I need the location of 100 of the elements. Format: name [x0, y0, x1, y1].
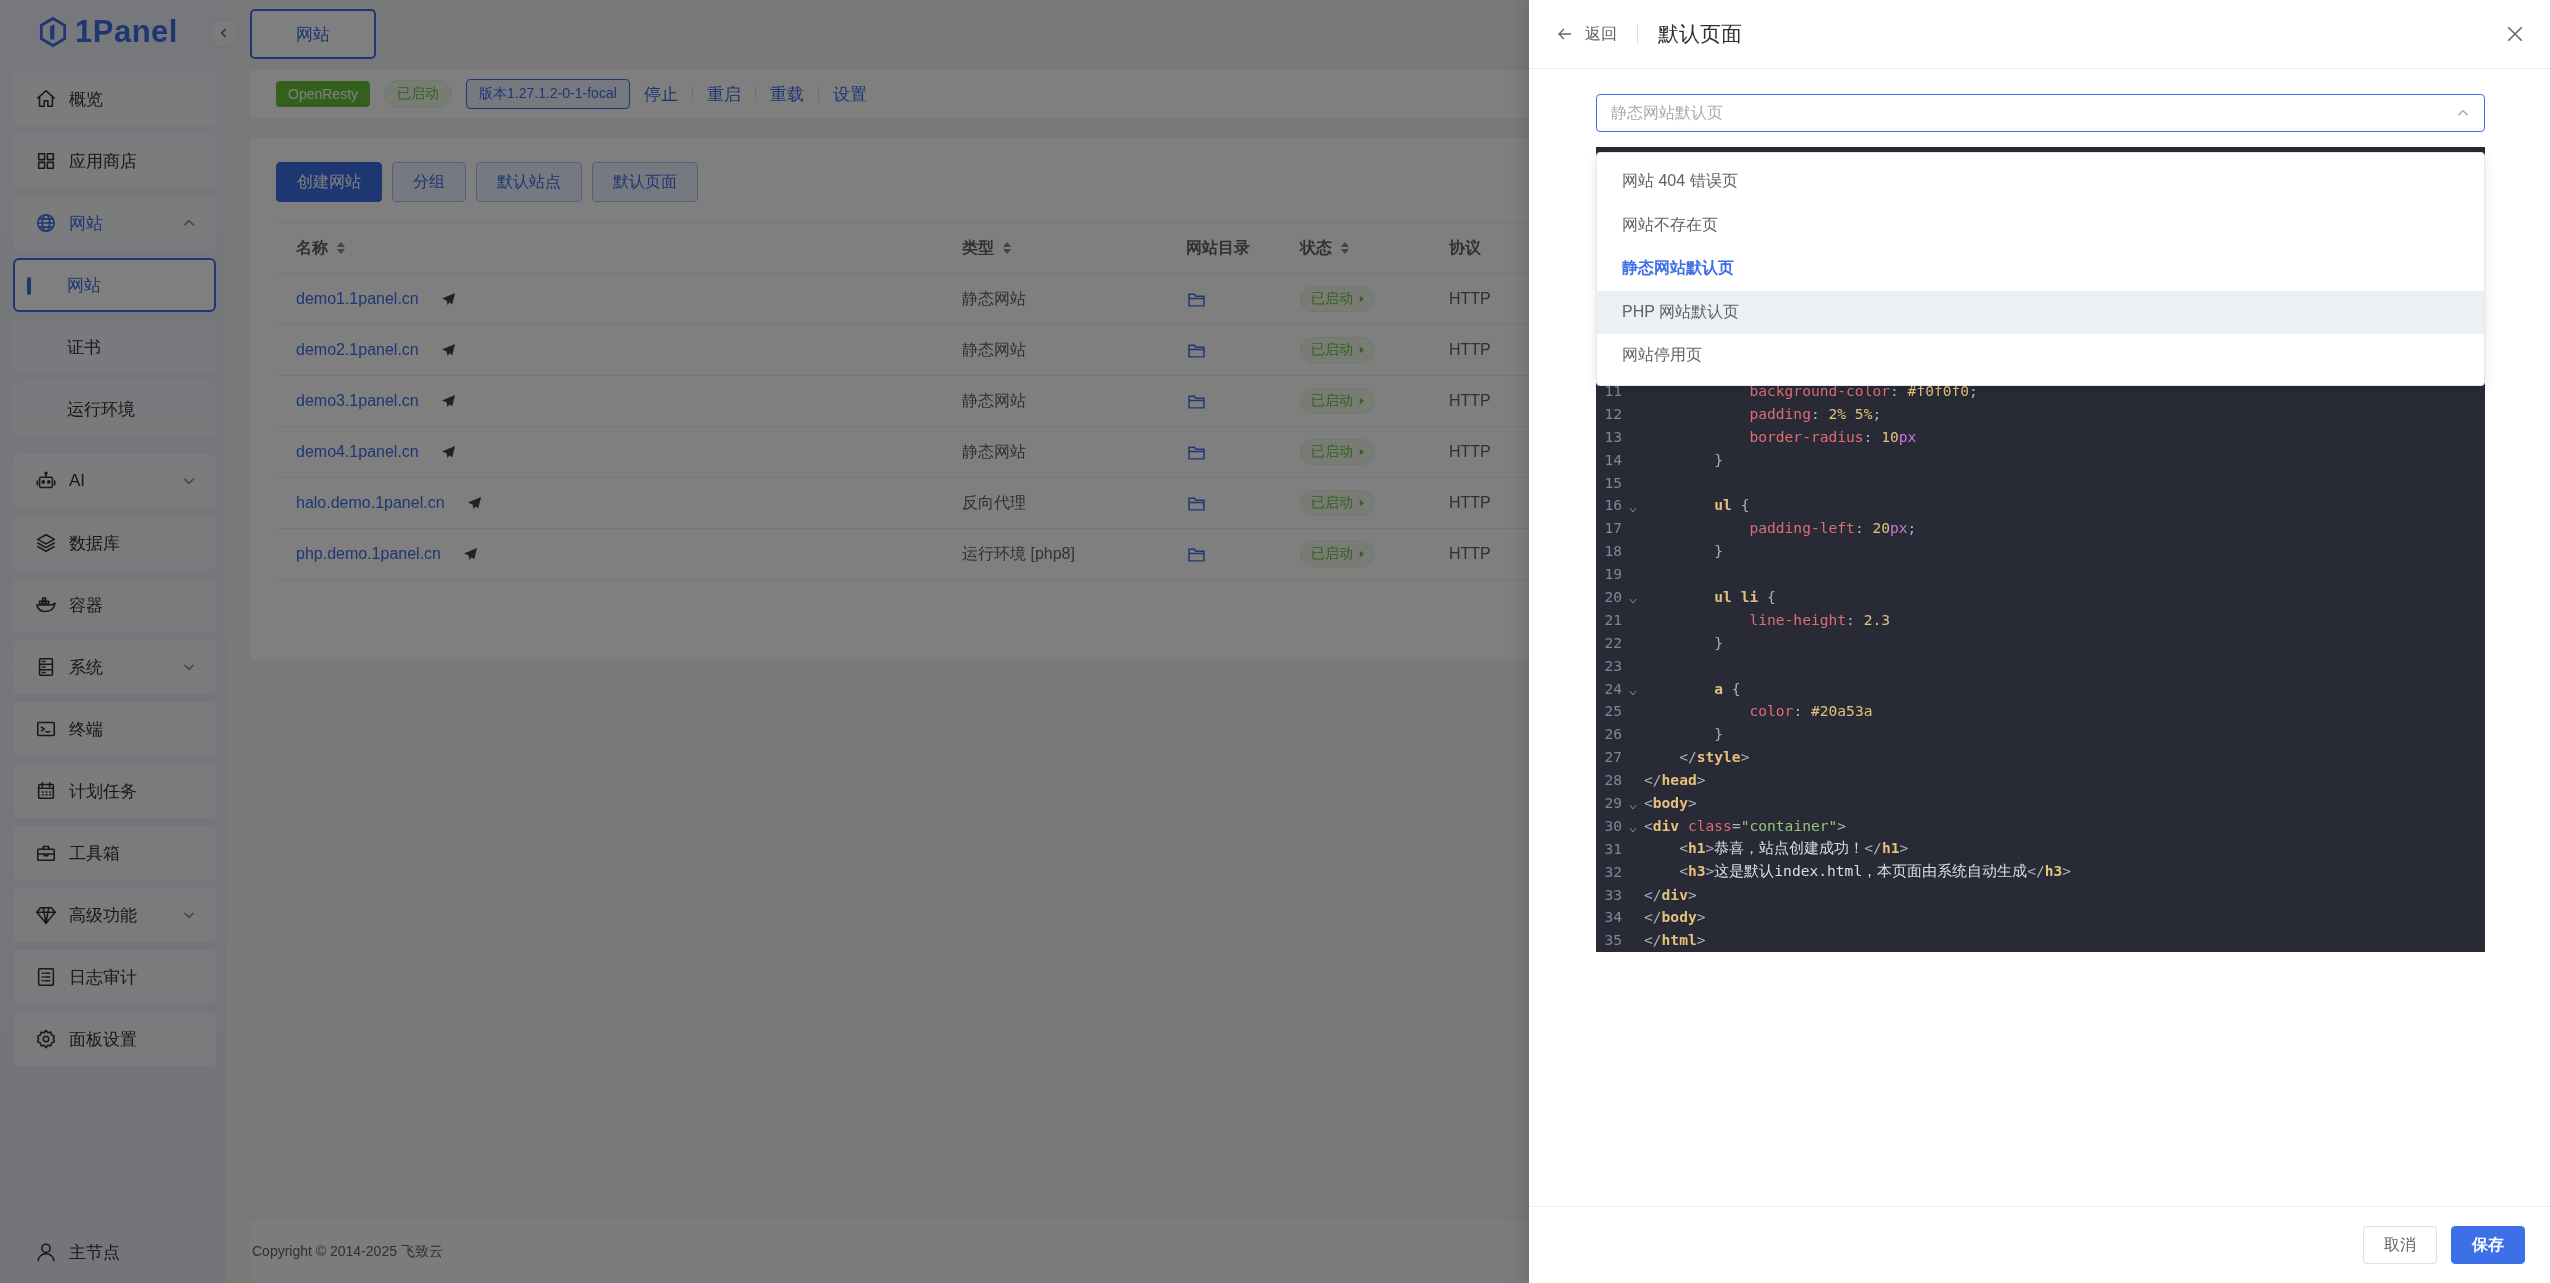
back-link[interactable]: 返回 [1557, 23, 1617, 45]
action-link[interactable]: 重载 [769, 82, 804, 106]
line-number: 31 [1603, 839, 1622, 857]
action-link[interactable]: 设置 [832, 82, 867, 106]
table-cell: HTTP [1449, 341, 1491, 359]
column-header: 网站目录 [1186, 237, 1250, 258]
line-number: 27 [1603, 748, 1622, 766]
code-text: padding: 2% 5%; [1748, 404, 1882, 422]
site-link[interactable]: php.demo.1panel.cn [296, 545, 441, 563]
fold-icon[interactable] [1629, 804, 1637, 811]
toolbar-button[interactable]: 分组 [392, 162, 466, 202]
table-cell-text: 静态网站 [962, 390, 1026, 411]
line-number: 17 [1603, 519, 1622, 537]
dropdown-option[interactable]: PHP 网站默认页 [1597, 290, 2484, 334]
dropdown-option[interactable]: 网站不存在页 [1597, 203, 2484, 247]
logo-text: 1Panel [75, 14, 178, 50]
paper-plane-icon[interactable] [466, 495, 482, 511]
code-text: color: #20a53a [1748, 702, 1873, 720]
site-link[interactable]: demo1.1panel.cn [296, 290, 419, 308]
line-number: 35 [1603, 931, 1622, 949]
version-tag: 版本1.27.1.2-0-1-focal [466, 79, 630, 109]
hexagon-logo-icon [39, 16, 67, 48]
sidebar-subitem[interactable]: 网站 [13, 258, 216, 312]
save-button[interactable]: 保存 [2451, 1226, 2525, 1264]
line-number: 16 [1603, 496, 1622, 514]
user-icon [35, 1241, 57, 1263]
tab[interactable]: 网站 [250, 9, 376, 59]
caret-icon[interactable] [1359, 295, 1364, 303]
action-link[interactable]: 停止 [643, 82, 678, 106]
caret-icon[interactable] [1359, 499, 1364, 507]
code-text: border-radius: 10px [1748, 427, 1917, 445]
fold-icon[interactable] [1629, 506, 1637, 513]
fold-icon[interactable] [1629, 827, 1637, 834]
column-header: 状态 [1300, 237, 1332, 258]
action-link[interactable]: 重启 [706, 82, 741, 106]
table-cell: HTTP [1449, 494, 1491, 512]
code-text: <body> [1644, 793, 1697, 811]
paper-plane-icon[interactable] [440, 291, 456, 307]
dropdown-option[interactable]: 网站停用页 [1597, 334, 2484, 378]
column-header: 类型 [962, 237, 994, 258]
close-icon[interactable] [2506, 25, 2524, 43]
table-cell-text: 反向代理 [962, 492, 1026, 513]
line-number: 22 [1603, 633, 1622, 651]
line-number: 33 [1603, 885, 1622, 903]
folder-icon[interactable] [1188, 291, 1205, 307]
sort-icon[interactable] [336, 241, 346, 255]
toolbar-button[interactable]: 创建网站 [276, 162, 382, 202]
table-cell-text: 静态网站 [962, 339, 1026, 360]
caret-icon[interactable] [1359, 346, 1364, 354]
page-select[interactable]: 静态网站默认页 [1596, 94, 2485, 132]
line-number: 18 [1603, 542, 1622, 560]
select-input[interactable]: 静态网站默认页 [1611, 104, 2456, 122]
folder-icon[interactable] [1188, 495, 1205, 511]
grid-icon [35, 150, 57, 172]
table-cell: HTTP [1449, 392, 1491, 410]
line-number: 20 [1603, 587, 1622, 605]
dropdown-option[interactable]: 网站 404 错误页 [1597, 160, 2484, 204]
cancel-button[interactable]: 取消 [2363, 1226, 2437, 1264]
line-number: 14 [1603, 450, 1622, 468]
site-link[interactable]: halo.demo.1panel.cn [296, 494, 445, 512]
caret-icon[interactable] [1359, 448, 1364, 456]
fold-icon[interactable] [1629, 690, 1637, 696]
line-number: 13 [1603, 427, 1622, 445]
line-number: 19 [1603, 565, 1622, 583]
line-number: 32 [1603, 862, 1622, 880]
code-text: </head> [1644, 771, 1706, 789]
code-text: <h3>这是默认index.html，本页面由系统自动生成</h3> [1678, 861, 2072, 881]
line-number: 11 [1603, 381, 1622, 399]
folder-icon[interactable] [1188, 342, 1205, 358]
toolbar-button[interactable]: 默认页面 [592, 162, 698, 202]
site-link[interactable]: demo2.1panel.cn [296, 341, 419, 359]
code-text: } [1713, 725, 1724, 743]
gear-icon [35, 1028, 57, 1050]
sort-icon[interactable] [1340, 241, 1350, 255]
arrow-left-icon [1557, 26, 1573, 42]
paper-plane-icon[interactable] [440, 342, 456, 358]
globe-icon [35, 212, 57, 234]
folder-icon[interactable] [1188, 444, 1205, 460]
node-item[interactable]: 主节点 [13, 1225, 216, 1279]
code-text: padding-left: 20px; [1748, 519, 1917, 537]
caret-icon[interactable] [1359, 397, 1364, 405]
toolbar-button[interactable]: 默认站点 [476, 162, 582, 202]
code-text: a { [1713, 679, 1741, 697]
caret-icon[interactable] [1359, 550, 1364, 558]
folder-icon[interactable] [1188, 546, 1205, 562]
folder-icon[interactable] [1188, 393, 1205, 409]
paper-plane-icon[interactable] [440, 444, 456, 460]
fold-icon[interactable] [1629, 598, 1637, 605]
code-text: ul li { [1713, 587, 1776, 605]
site-link[interactable]: demo3.1panel.cn [296, 392, 419, 410]
table-cell: HTTP [1449, 443, 1491, 461]
paper-plane-icon[interactable] [440, 393, 456, 409]
site-link[interactable]: demo4.1panel.cn [296, 443, 419, 461]
paper-plane-icon[interactable] [463, 546, 478, 562]
calendar-icon [35, 780, 57, 802]
dropdown-option[interactable]: 静态网站默认页 [1597, 247, 2484, 291]
sort-icon[interactable] [1002, 241, 1012, 255]
line-number: 29 [1603, 793, 1622, 811]
line-number: 25 [1603, 702, 1622, 720]
code-text: } [1713, 450, 1724, 468]
